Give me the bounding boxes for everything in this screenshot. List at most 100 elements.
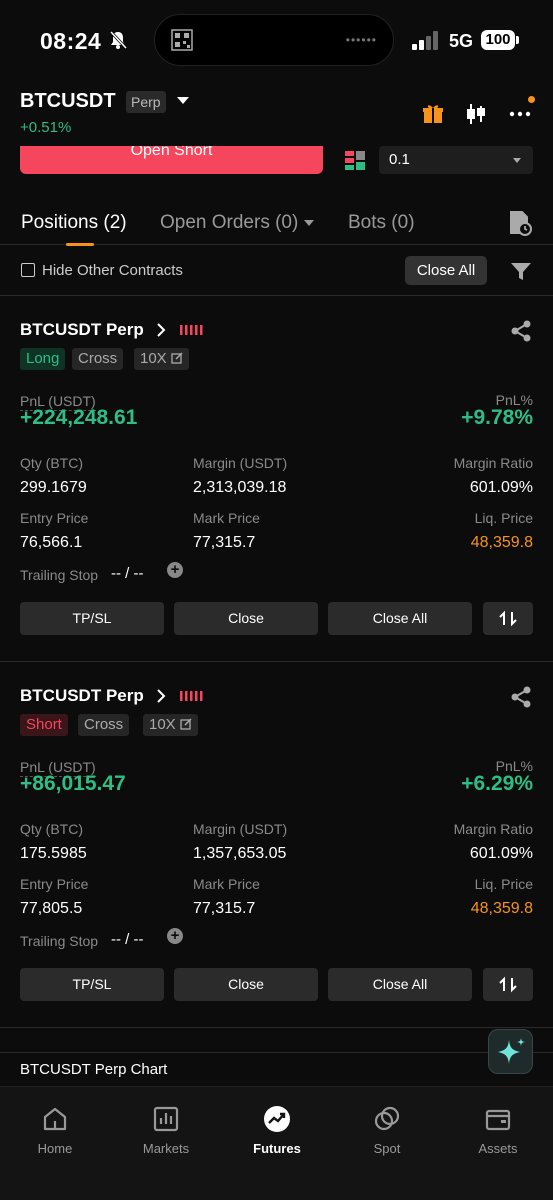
sparkle-icon [498, 1038, 525, 1064]
dynamic-island: •••••• [154, 14, 394, 66]
leverage-badge[interactable]: 10X [134, 348, 189, 370]
margin-value: 2,313,039.18 [193, 479, 287, 496]
tpsl-button[interactable]: TP/SL [20, 602, 164, 635]
nav-markets[interactable]: Markets [116, 1105, 216, 1156]
chevron-right-icon[interactable] [155, 322, 167, 338]
close-all-button[interactable]: Close All [328, 968, 472, 1001]
margin-label: Margin (USDT) [193, 821, 288, 837]
price-change: +0.51% [20, 119, 72, 136]
reverse-position-button[interactable] [483, 968, 533, 1001]
home-icon [43, 1107, 67, 1131]
position-title[interactable]: BTCUSDT Perp [20, 686, 144, 706]
signal-icon [412, 31, 438, 50]
share-icon[interactable] [510, 686, 532, 708]
candlestick-icon[interactable] [464, 102, 488, 126]
entry-price-label: Entry Price [20, 876, 89, 892]
add-trailing-stop-icon[interactable]: + [167, 928, 183, 944]
leverage-badge[interactable]: 10X [143, 714, 198, 736]
leverage-value: 10X [149, 716, 176, 733]
precision-value: 0.1 [389, 151, 410, 168]
liq-price-label: Liq. Price [474, 876, 533, 892]
entry-price-label: Entry Price [20, 510, 89, 526]
nav-futures[interactable]: Futures [227, 1105, 327, 1156]
tab-positions[interactable]: Positions (2) [21, 212, 127, 234]
qty-label: Qty (BTC) [20, 455, 83, 471]
margin-value: 1,357,653.05 [193, 845, 287, 862]
margin-ratio-label: Margin Ratio [453, 821, 533, 837]
qty-value: 299.1679 [20, 479, 87, 496]
qr-icon [171, 29, 193, 51]
nav-label: Markets [142, 1141, 190, 1156]
margin-ratio-value: 601.09% [469, 479, 533, 496]
pair-dropdown-icon[interactable] [177, 97, 189, 104]
liq-price-value: 48,359.8 [470, 900, 533, 917]
muted-bell-icon [109, 30, 128, 50]
nav-label: Assets [478, 1141, 518, 1156]
position-card-long: BTCUSDT Perp Long Cross 10X PnL (USDT) P… [0, 296, 553, 662]
share-icon[interactable] [510, 320, 532, 342]
gift-icon[interactable] [421, 102, 445, 126]
nav-label: Spot [373, 1141, 401, 1156]
chart-divider [0, 1052, 553, 1053]
filter-row: Hide Other Contracts Close All [0, 245, 553, 296]
margin-label: Margin (USDT) [193, 455, 288, 471]
bottom-nav: Home Markets Futures Spot Assets [0, 1086, 553, 1200]
nav-assets[interactable]: Assets [448, 1105, 548, 1156]
order-book-layout-icon[interactable] [344, 150, 366, 172]
mark-price-value: 77,315.7 [193, 534, 256, 551]
liq-price-value: 48,359.8 [470, 534, 533, 551]
contract-type-badge: Perp [126, 91, 166, 113]
precision-select[interactable]: 0.1 [379, 146, 533, 174]
close-all-positions-button[interactable]: Close All [405, 256, 487, 285]
spot-icon [374, 1106, 400, 1131]
status-time: 08:24 [40, 28, 102, 54]
trailing-stop-label: Trailing Stop [20, 933, 99, 949]
nav-label: Futures [253, 1141, 301, 1156]
margin-mode-badge[interactable]: Cross [78, 714, 130, 736]
chart-section-title[interactable]: BTCUSDT Perp Chart [20, 1061, 167, 1078]
ai-assistant-button[interactable] [488, 1029, 533, 1074]
open-short-button[interactable]: Open Short [20, 146, 323, 174]
close-button[interactable]: Close [174, 602, 318, 635]
margin-mode-badge[interactable]: Cross [72, 348, 124, 370]
island-dots: •••••• [345, 33, 377, 47]
position-title[interactable]: BTCUSDT Perp [20, 320, 144, 340]
battery-indicator: 100 [481, 30, 519, 50]
nav-spot[interactable]: Spot [337, 1105, 437, 1156]
tab-open-orders-label: Open Orders (0) [160, 212, 299, 233]
pnl-pct-value: +9.78% [461, 406, 533, 429]
hide-other-contracts-label[interactable]: Hide Other Contracts [42, 262, 183, 279]
qty-label: Qty (BTC) [20, 821, 83, 837]
network-type: 5G [449, 31, 474, 51]
tpsl-button[interactable]: TP/SL [20, 968, 164, 1001]
notification-dot [528, 96, 535, 103]
position-tabs: Positions (2) Open Orders (0) Bots (0) [0, 210, 553, 246]
swap-arrows-icon [499, 976, 517, 993]
add-trailing-stop-icon[interactable]: + [167, 562, 183, 578]
more-icon[interactable] [508, 102, 532, 126]
close-all-button[interactable]: Close All [328, 602, 472, 635]
pnl-value: +86,015.47 [20, 772, 126, 795]
nav-home[interactable]: Home [5, 1105, 105, 1156]
position-card-short: BTCUSDT Perp Short Cross 10X PnL (USDT) … [0, 662, 553, 1028]
tab-open-orders[interactable]: Open Orders (0) [160, 212, 315, 234]
status-bar: 08:24 •••••• 5G 100 [0, 0, 553, 80]
pair-title[interactable]: BTCUSDT [20, 90, 116, 113]
reverse-position-button[interactable] [483, 602, 533, 635]
edit-icon [171, 352, 183, 364]
edit-icon [180, 718, 192, 730]
filter-icon[interactable] [510, 260, 532, 282]
tab-bots[interactable]: Bots (0) [348, 212, 415, 234]
swap-arrows-icon [499, 610, 517, 627]
hide-other-contracts-checkbox[interactable] [21, 263, 35, 277]
chevron-right-icon[interactable] [155, 688, 167, 704]
futures-icon [264, 1106, 290, 1132]
mark-price-label: Mark Price [193, 510, 260, 526]
assets-icon [485, 1109, 511, 1131]
chevron-down-icon [304, 219, 315, 226]
trailing-stop-value: -- / -- [111, 565, 144, 582]
leverage-value: 10X [140, 350, 167, 367]
side-badge: Long [20, 348, 66, 370]
history-icon[interactable] [508, 210, 532, 236]
close-button[interactable]: Close [174, 968, 318, 1001]
